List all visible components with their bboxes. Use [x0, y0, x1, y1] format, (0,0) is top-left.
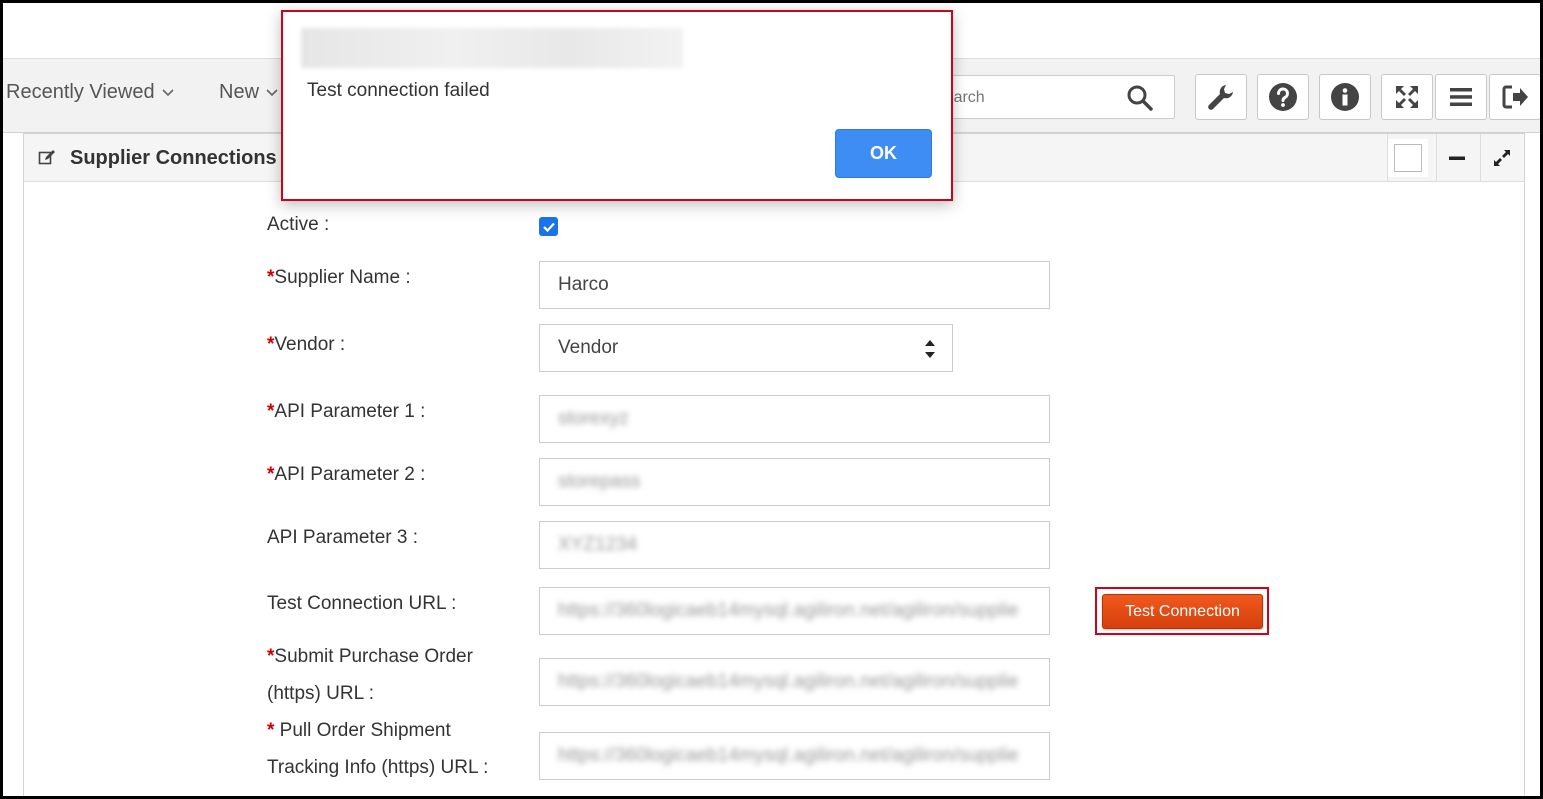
logout-icon	[1502, 85, 1528, 109]
info-icon	[1331, 83, 1359, 111]
help-icon	[1269, 83, 1297, 111]
test-connection-button[interactable]: Test Connection	[1102, 594, 1263, 629]
pull-order-url-input[interactable]: https://360logicaeb14mysql.agiliron.net/…	[539, 732, 1050, 780]
dialog-title-blurred	[301, 28, 683, 68]
pull-order-label-line2: Tracking Info (https) URL :	[267, 757, 489, 778]
active-checkbox[interactable]	[539, 217, 558, 236]
submit-po-label: *Submit Purchase Order	[267, 638, 473, 675]
nav-new[interactable]: New	[219, 81, 278, 104]
panel-minimize-button[interactable]	[1437, 139, 1477, 177]
api-parameter-1-label: *API Parameter 1 :	[267, 393, 425, 430]
edit-icon	[38, 150, 55, 165]
nav-recently-viewed[interactable]: Recently Viewed	[6, 81, 174, 104]
search-input[interactable]	[934, 86, 1124, 110]
submit-po-label-line2: (https) URL :	[267, 683, 374, 704]
pull-order-label-line1: Pull Order Shipment	[274, 720, 451, 741]
search-box	[923, 75, 1175, 119]
checkbox-square-icon	[1394, 144, 1422, 172]
api-parameter-2-label-text: API Parameter 2 :	[274, 464, 426, 485]
vendor-select-value: Vendor	[558, 337, 619, 358]
fullscreen-button[interactable]	[1381, 74, 1433, 120]
logout-button[interactable]	[1489, 74, 1540, 120]
submit-po-url-input[interactable]: https://360logicaeb14mysql.agiliron.net/…	[539, 658, 1050, 706]
api-parameter-3-value: XYZ1234	[558, 534, 638, 555]
test-connection-url-value: https://360logicaeb14mysql.agiliron.net/…	[558, 600, 1019, 621]
pull-order-label: * Pull Order Shipment	[267, 712, 451, 749]
api-parameter-2-input[interactable]: storepass	[539, 458, 1050, 506]
help-button[interactable]	[1257, 74, 1309, 120]
chevron-down-icon	[266, 89, 278, 96]
api-parameter-1-value: storexyz	[558, 408, 629, 429]
menu-button[interactable]	[1435, 74, 1487, 120]
checkmark-icon	[542, 222, 555, 232]
api-parameter-2-label: *API Parameter 2 :	[267, 456, 425, 493]
pull-order-url-value: https://360logicaeb14mysql.agiliron.net/…	[558, 745, 1019, 766]
submit-po-label-line1: Submit Purchase Order	[274, 646, 473, 667]
chevron-down-icon	[162, 89, 174, 96]
api-parameter-1-label-text: API Parameter 1 :	[274, 401, 426, 422]
search-icon[interactable]	[1126, 84, 1154, 112]
fullscreen-icon	[1396, 86, 1418, 108]
supplier-name-label: *Supplier Name :	[267, 259, 411, 296]
api-parameter-3-label: API Parameter 3 :	[267, 527, 419, 548]
supplier-name-input[interactable]: Harco	[539, 261, 1050, 309]
submit-po-url-value: https://360logicaeb14mysql.agiliron.net/…	[558, 671, 1019, 692]
wrench-button[interactable]	[1195, 74, 1247, 120]
wrench-icon	[1208, 85, 1233, 110]
test-connection-url-input[interactable]: https://360logicaeb14mysql.agiliron.net/…	[539, 587, 1050, 635]
dialog-message: Test connection failed	[307, 80, 490, 101]
nav-recently-viewed-label: Recently Viewed	[6, 81, 155, 103]
alert-dialog: Test connection failed OK	[281, 10, 953, 201]
api-parameter-1-input[interactable]: storexyz	[539, 395, 1050, 443]
api-parameter-3-input[interactable]: XYZ1234	[539, 521, 1050, 569]
vendor-label-text: Vendor :	[274, 334, 346, 355]
active-label: Active :	[267, 214, 330, 235]
minus-icon	[1449, 156, 1465, 160]
menu-icon	[1450, 88, 1472, 106]
test-connection-highlight: Test Connection	[1095, 587, 1269, 635]
api-parameter-2-value: storepass	[558, 471, 641, 492]
supplier-name-label-text: Supplier Name :	[274, 267, 411, 288]
expand-icon	[1494, 150, 1510, 166]
divider	[1480, 134, 1481, 182]
panel-title: Supplier Connections	[70, 147, 277, 169]
panel-expand-button[interactable]	[1482, 139, 1522, 177]
panel-select-toggle[interactable]	[1388, 139, 1428, 177]
vendor-label: *Vendor :	[267, 326, 345, 363]
select-updown-icon	[925, 340, 935, 358]
vendor-select[interactable]: Vendor	[539, 324, 953, 372]
info-button[interactable]	[1319, 74, 1371, 120]
supplier-connections-panel: Supplier Connections Active : *Supplier …	[23, 133, 1525, 796]
nav-new-label: New	[219, 81, 260, 103]
app-frame: Recently Viewed New Search Supplier Conn…	[0, 0, 1543, 799]
test-connection-url-label: Test Connection URL :	[267, 593, 457, 614]
dialog-ok-button[interactable]: OK	[835, 129, 932, 178]
